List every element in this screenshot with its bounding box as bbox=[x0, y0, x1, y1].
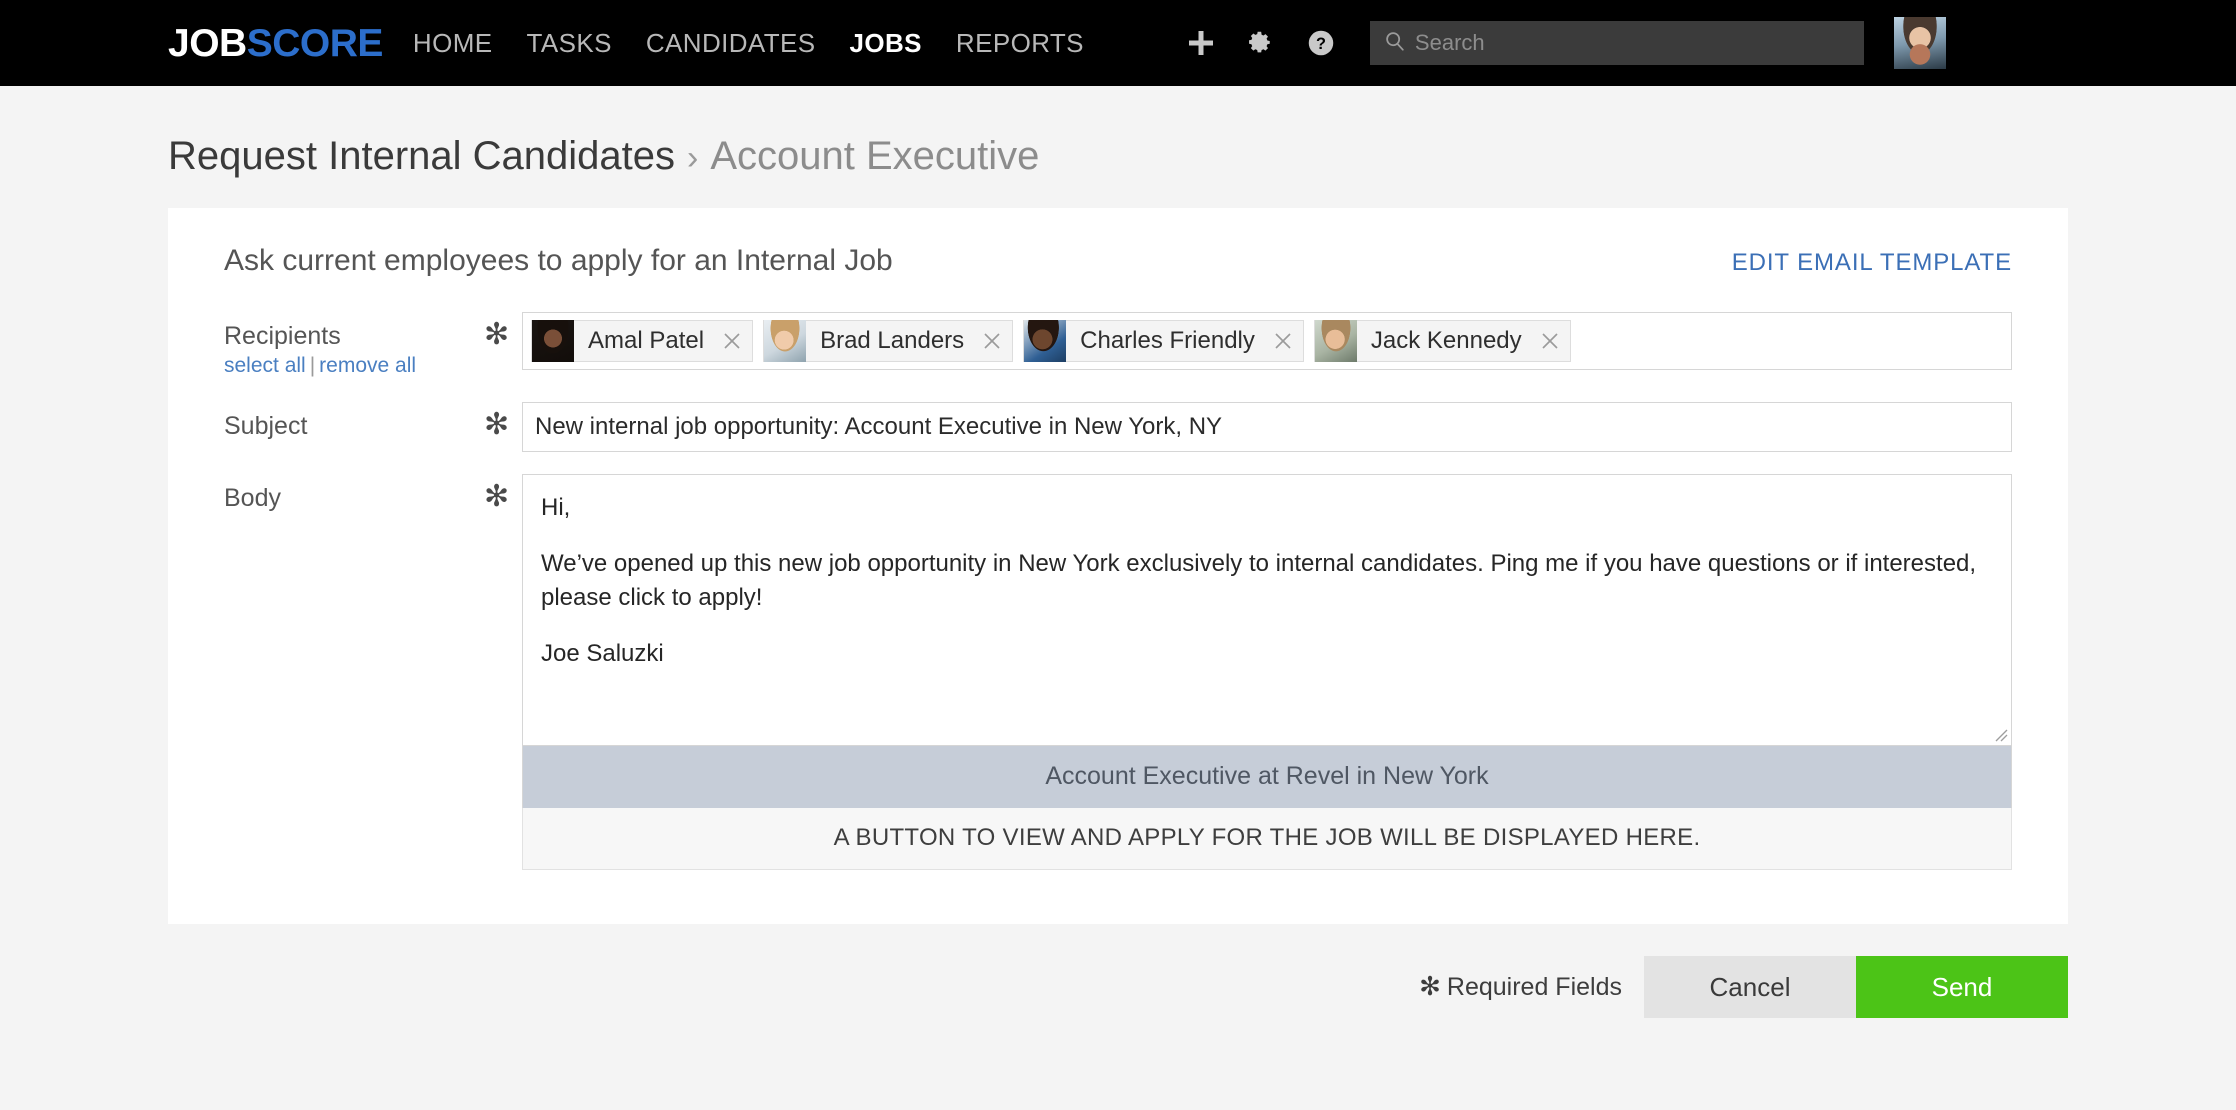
avatar-photo bbox=[1893, 17, 1946, 69]
required-marker-subject: ✻ bbox=[484, 407, 510, 441]
recipient-avatar-photo bbox=[1314, 320, 1357, 362]
required-marker-footer: ✻ bbox=[1419, 971, 1441, 1002]
subject-label-group: Subject bbox=[224, 402, 484, 442]
remove-all-link[interactable]: remove all bbox=[319, 354, 416, 377]
user-avatar[interactable] bbox=[1893, 17, 1946, 69]
nav-item-home[interactable]: HOME bbox=[413, 30, 493, 56]
body-paragraph: We’ve opened up this new job opportunity… bbox=[541, 549, 1977, 611]
recipients-row: Recipients select all | remove all ✻ Amal … bbox=[224, 312, 2012, 380]
gear-icon[interactable] bbox=[1244, 26, 1278, 60]
email-form-card: Ask current employees to apply for an In… bbox=[168, 208, 2068, 924]
recipient-name: Brad Landers bbox=[820, 327, 965, 354]
resize-handle-icon[interactable] bbox=[1991, 725, 2009, 743]
edit-email-template-link[interactable]: EDIT EMAIL TEMPLATE bbox=[1732, 249, 2012, 277]
required-marker-body: ✻ bbox=[484, 479, 510, 513]
body-greeting: Hi, bbox=[541, 493, 571, 521]
close-icon[interactable] bbox=[1269, 320, 1303, 362]
recipient-avatar bbox=[532, 320, 574, 362]
cancel-button[interactable]: Cancel bbox=[1644, 955, 1856, 1018]
form-footer: ✻ Required Fields Cancel Send bbox=[0, 955, 2068, 1018]
body-label: Body bbox=[224, 483, 281, 512]
close-icon[interactable] bbox=[1536, 320, 1570, 362]
recipients-field: Amal Patel Brad Landers Charles Friendly… bbox=[522, 312, 2012, 370]
recipient-chip[interactable]: Jack Kennedy bbox=[1313, 320, 1571, 362]
required-fields-label: Required Fields bbox=[1446, 973, 1622, 1002]
recipient-chip[interactable]: Charles Friendly bbox=[1023, 320, 1304, 362]
close-icon[interactable] bbox=[718, 320, 752, 362]
body-signature: Joe Saluzki bbox=[541, 639, 664, 667]
chevron-right-icon: › bbox=[687, 139, 699, 177]
select-all-link[interactable]: select all bbox=[224, 354, 306, 377]
nav-icon-group: ? bbox=[1184, 26, 1338, 60]
recipient-avatar-photo bbox=[764, 320, 807, 362]
recipient-name: Jack Kennedy bbox=[1370, 327, 1522, 354]
recipients-bulk-links: select all | remove all bbox=[224, 354, 416, 377]
recipient-avatar-photo bbox=[532, 320, 574, 362]
body-label-group: Body bbox=[224, 474, 484, 514]
primary-nav-links: HOME TASKS CANDIDATES JOBS REPORTS bbox=[413, 30, 1084, 56]
breadcrumb-current: Account Executive bbox=[710, 134, 1040, 178]
body-row: Body ✻ Hi, We’ve opened up this new job … bbox=[224, 473, 2012, 870]
recipients-label: Recipients bbox=[224, 322, 341, 350]
body-textarea[interactable]: Hi, We’ve opened up this new job opportu… bbox=[522, 473, 2012, 746]
required-marker-recipients: ✻ bbox=[484, 318, 510, 351]
logo-text-job: JOB bbox=[168, 21, 247, 65]
nav-item-tasks[interactable]: TASKS bbox=[527, 30, 612, 56]
links-divider: | bbox=[309, 354, 316, 378]
plus-icon[interactable] bbox=[1184, 26, 1218, 60]
required-fields-note: ✻ Required Fields bbox=[1419, 971, 1622, 1002]
nav-item-reports[interactable]: REPORTS bbox=[956, 30, 1084, 56]
recipients-label-group: Recipients select all | remove all bbox=[224, 312, 484, 380]
breadcrumb-parent[interactable]: Request Internal Candidates bbox=[168, 134, 675, 178]
svg-text:?: ? bbox=[1316, 35, 1326, 53]
send-button[interactable]: Send bbox=[1856, 955, 2068, 1018]
subject-label: Subject bbox=[224, 411, 308, 440]
help-icon[interactable]: ? bbox=[1304, 26, 1338, 60]
close-icon[interactable] bbox=[978, 320, 1012, 362]
recipient-chip[interactable]: Amal Patel bbox=[531, 320, 754, 362]
subject-field bbox=[522, 401, 2012, 452]
nav-item-candidates[interactable]: CANDIDATES bbox=[646, 30, 816, 56]
page-body: Request Internal Candidates › Account Ex… bbox=[0, 86, 2236, 1018]
search-box[interactable] bbox=[1369, 21, 1864, 65]
card-title: Ask current employees to apply for an In… bbox=[224, 244, 893, 277]
search-input[interactable] bbox=[1414, 30, 1850, 56]
recipient-avatar-photo bbox=[1024, 320, 1067, 362]
job-preview-bar: Account Executive at Revel in New York bbox=[522, 745, 2012, 808]
recipient-chip[interactable]: Brad Landers bbox=[763, 320, 1014, 362]
recipient-name: Charles Friendly bbox=[1080, 327, 1255, 354]
recipient-avatar bbox=[1024, 320, 1067, 362]
recipient-avatar bbox=[1314, 320, 1357, 362]
nav-item-jobs[interactable]: JOBS bbox=[850, 30, 922, 56]
subject-row: Subject ✻ bbox=[224, 401, 2012, 452]
subject-input[interactable] bbox=[522, 401, 2012, 452]
card-header: Ask current employees to apply for an In… bbox=[224, 244, 2012, 278]
recipients-chips-box[interactable]: Amal Patel Brad Landers Charles Friendly… bbox=[522, 312, 2012, 370]
jobscore-logo[interactable]: JOBSCORE bbox=[168, 24, 383, 63]
recipient-name: Amal Patel bbox=[588, 327, 705, 354]
breadcrumb: Request Internal Candidates › Account Ex… bbox=[0, 86, 2236, 178]
top-navigation-bar: JOBSCORE HOME TASKS CANDIDATES JOBS REPO… bbox=[0, 0, 2236, 86]
logo-text-score: SCORE bbox=[246, 21, 384, 65]
body-field: Hi, We’ve opened up this new job opportu… bbox=[522, 473, 2012, 870]
recipient-avatar bbox=[764, 320, 807, 362]
apply-button-placeholder-note: A BUTTON TO VIEW AND APPLY FOR THE JOB W… bbox=[522, 807, 2012, 870]
search-icon bbox=[1384, 30, 1415, 57]
